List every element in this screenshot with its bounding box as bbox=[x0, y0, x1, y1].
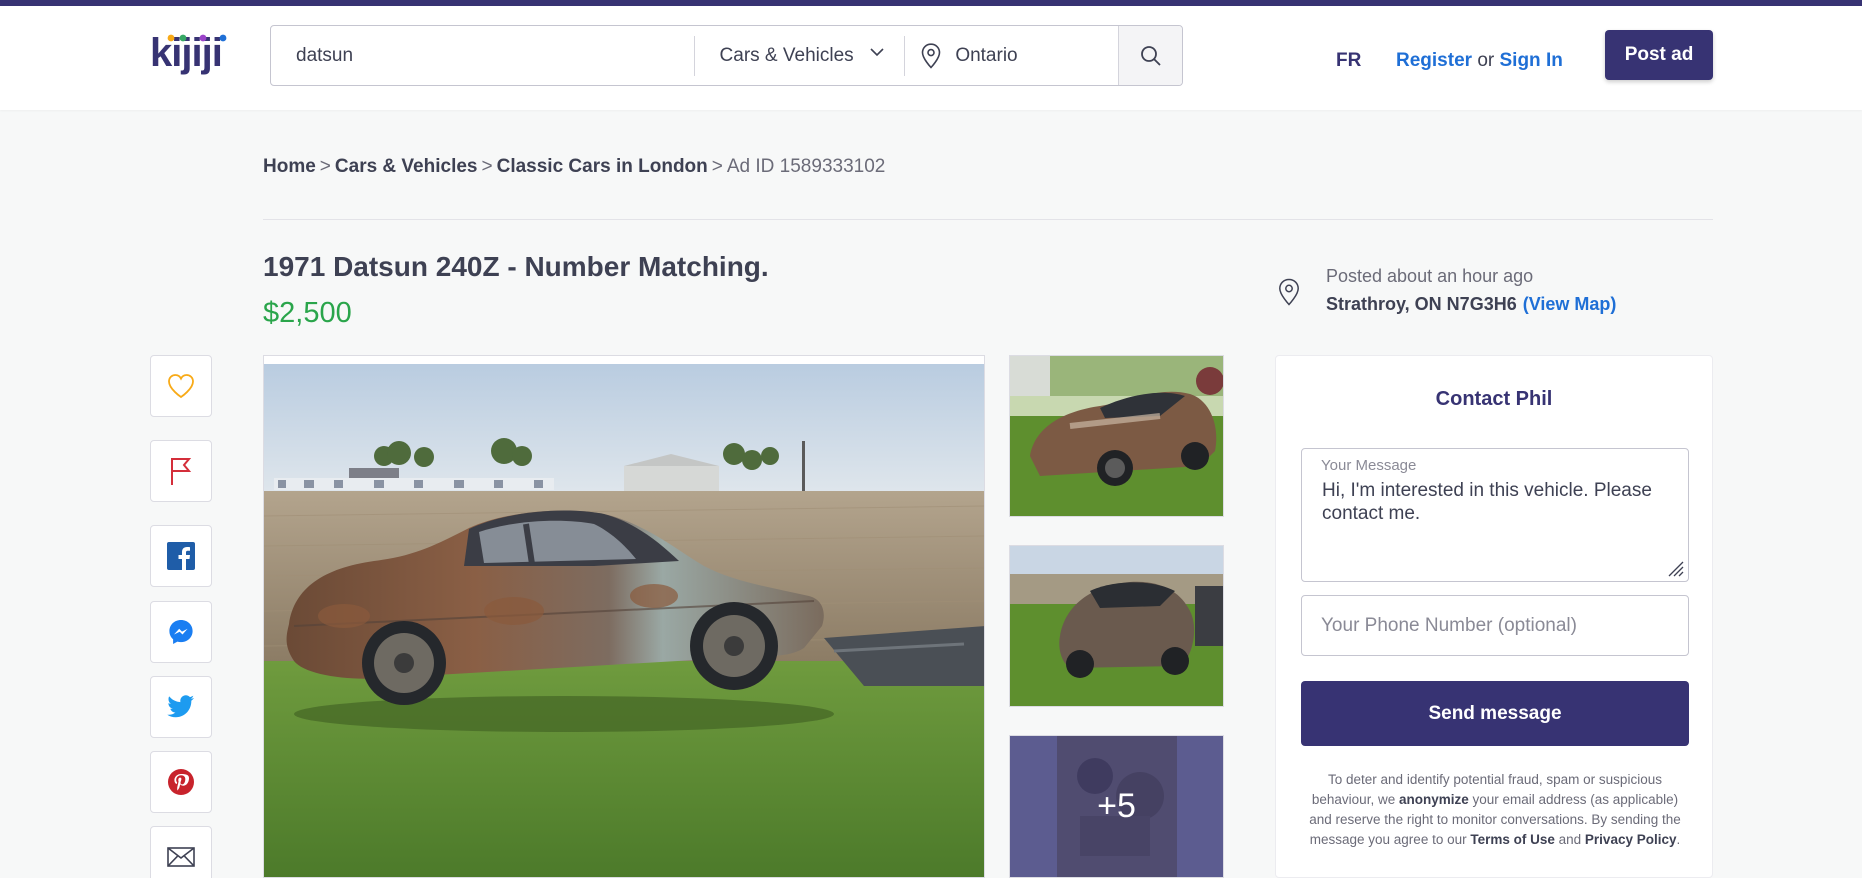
breadcrumb: Home > Cars & Vehicles > Classic Cars in Lon… bbox=[263, 156, 885, 178]
thumbnail-photo[interactable] bbox=[1009, 355, 1224, 517]
share-messenger-button[interactable] bbox=[150, 601, 212, 663]
main-photo[interactable] bbox=[263, 355, 985, 878]
breadcrumb-home[interactable]: Home bbox=[263, 156, 316, 177]
ad-title: 1971 Datsun 240Z - Number Matching. bbox=[263, 251, 769, 282]
ad-price: $2,500 bbox=[263, 297, 352, 329]
location-pin-icon bbox=[1279, 278, 1299, 306]
message-field: Your Message Hi, I'm interested in this … bbox=[1301, 448, 1689, 582]
thumbnail-more-photos[interactable]: +5 bbox=[1009, 735, 1224, 878]
search-input[interactable] bbox=[271, 26, 694, 85]
location-select[interactable]: Ontario bbox=[905, 26, 1118, 85]
breadcrumb-separator: > bbox=[481, 156, 493, 177]
register-link[interactable]: Register bbox=[1396, 50, 1472, 71]
ad-location-text: Strathroy, ON N7G3H6 bbox=[1326, 294, 1517, 314]
message-label: Your Message bbox=[1321, 457, 1417, 474]
language-toggle[interactable]: FR bbox=[1336, 50, 1361, 72]
section-divider bbox=[263, 219, 1713, 220]
heart-icon bbox=[168, 374, 194, 399]
location-pin-icon bbox=[922, 42, 941, 69]
more-photos-count: +5 bbox=[1010, 736, 1223, 877]
favourite-button[interactable] bbox=[150, 355, 212, 417]
car-thumbnail-image bbox=[1010, 356, 1223, 516]
fraud-disclaimer: To deter and identify potential fraud, s… bbox=[1301, 770, 1689, 850]
search-bar: Cars & Vehicles Ontario bbox=[270, 25, 1183, 86]
disclaimer-anonymize: anonymize bbox=[1398, 792, 1469, 807]
breadcrumb-separator: > bbox=[711, 156, 723, 177]
messenger-icon bbox=[169, 620, 193, 644]
kijiji-logo[interactable]: kijiji bbox=[150, 30, 240, 80]
disclaimer-text: . bbox=[1676, 832, 1681, 847]
sign-in-link[interactable]: Sign In bbox=[1500, 50, 1563, 71]
category-select-value: Cars & Vehicles bbox=[719, 44, 854, 66]
posted-time: Posted about an hour ago bbox=[1326, 266, 1534, 286]
car-thumbnail-image bbox=[1010, 546, 1223, 706]
site-header: kijiji Cars & Vehicles Ontario FR Regist… bbox=[0, 6, 1862, 110]
disclaimer-text: and bbox=[1554, 832, 1585, 847]
thumbnail-photo[interactable] bbox=[1009, 545, 1224, 707]
share-pinterest-button[interactable] bbox=[150, 751, 212, 813]
resize-handle-icon[interactable] bbox=[1667, 560, 1685, 578]
view-map-link[interactable]: (View Map) bbox=[1523, 294, 1617, 314]
breadcrumb-category[interactable]: Cars & Vehicles bbox=[335, 156, 478, 177]
privacy-policy-link[interactable]: Privacy Policy bbox=[1585, 832, 1677, 847]
send-message-button[interactable]: Send message bbox=[1301, 681, 1689, 746]
chevron-down-icon bbox=[870, 48, 884, 57]
share-twitter-button[interactable] bbox=[150, 676, 212, 738]
search-icon bbox=[1140, 45, 1161, 66]
location-select-value: Ontario bbox=[955, 44, 1018, 66]
pinterest-icon bbox=[168, 769, 194, 795]
terms-of-use-link[interactable]: Terms of Use bbox=[1470, 832, 1555, 847]
post-ad-button[interactable]: Post ad bbox=[1605, 30, 1713, 80]
search-button[interactable] bbox=[1118, 26, 1182, 85]
breadcrumb-separator: > bbox=[319, 156, 331, 177]
email-icon bbox=[167, 847, 195, 867]
contact-title: Contact Phil bbox=[1435, 388, 1553, 410]
phone-input[interactable] bbox=[1301, 595, 1689, 656]
report-button[interactable] bbox=[150, 440, 212, 502]
auth-links: Register or Sign In bbox=[1396, 50, 1563, 72]
twitter-icon bbox=[167, 695, 194, 718]
breadcrumb-ad-id: Ad ID 1589333102 bbox=[726, 156, 886, 177]
category-select[interactable]: Cars & Vehicles bbox=[695, 26, 905, 85]
share-facebook-button[interactable] bbox=[150, 525, 212, 587]
car-photo bbox=[264, 356, 984, 877]
contact-panel: Contact Phil Your Message Hi, I'm intere… bbox=[1275, 355, 1713, 878]
facebook-icon bbox=[167, 542, 195, 570]
flag-icon bbox=[171, 458, 192, 485]
or-text: or bbox=[1477, 50, 1495, 71]
ad-location: Strathroy, ON N7G3H6 (View Map) bbox=[1326, 294, 1616, 315]
share-email-button[interactable] bbox=[150, 826, 212, 878]
breadcrumb-subcategory[interactable]: Classic Cars in London bbox=[497, 156, 708, 177]
message-textarea[interactable]: Hi, I'm interested in this vehicle. Plea… bbox=[1322, 479, 1672, 575]
